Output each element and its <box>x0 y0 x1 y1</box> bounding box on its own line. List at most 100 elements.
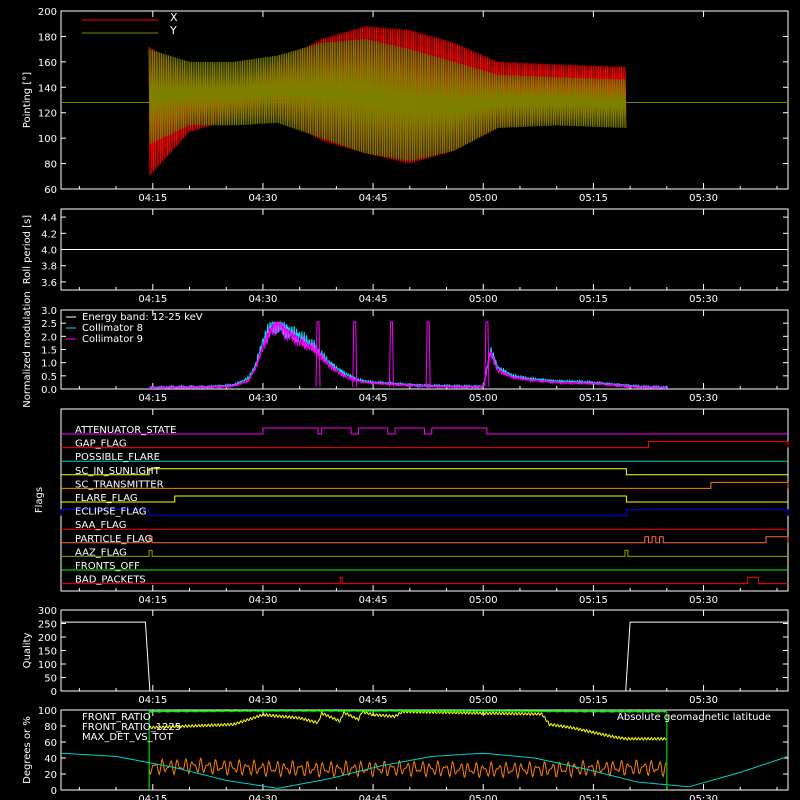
pointing-series-y <box>148 38 627 161</box>
pointing-panel-ytick-label: 140 <box>38 83 57 94</box>
flag-line-flare-flag <box>61 495 788 503</box>
modulation-panel-ytick-label: 0.0 <box>41 385 57 396</box>
quality-panel-ytick-label: 200 <box>38 633 57 644</box>
flags-ylabel: Flags <box>34 487 45 513</box>
flags-panel-xtick-label: 04:15 <box>138 595 167 606</box>
flags-panel-frame <box>60 408 789 592</box>
modulation-spike <box>388 321 394 387</box>
modulation-panel-xtick-label: 05:30 <box>689 393 718 404</box>
ratio-legend-label-latitude: Absolute geomagnetic latitude <box>617 712 771 723</box>
roll-panel-ylabel: Roll period [s] <box>22 215 33 284</box>
flag-line-eclipse-flag <box>60 509 789 517</box>
flags-panel-xtick-label: 05:15 <box>579 595 608 606</box>
pointing-panel-xtick-label: 05:30 <box>689 193 718 204</box>
quality-panel-xtick-label: 05:00 <box>469 695 498 706</box>
quality-line <box>61 621 788 692</box>
ratios-panel-ytick-label: 100 <box>38 706 57 717</box>
modulation-spike <box>352 321 358 387</box>
ratios-panel-ytick-label: 20 <box>44 770 57 781</box>
modulation-panel-ytick-label: 1.0 <box>41 359 57 370</box>
quality-panel-ytick-label: 150 <box>38 647 57 658</box>
flag-label-fronts-off: FRONTS_OFF <box>75 561 140 572</box>
modulation-panel-ytick-label: 0.5 <box>41 372 57 383</box>
flag-label-sc-in-sunlight: SC_IN_SUNLIGHT <box>75 466 161 477</box>
flag-line-gap-flag <box>61 441 789 449</box>
pointing-legend-label-y: Y <box>169 24 177 37</box>
modulation-legend-label: Collimator 9 <box>82 334 143 345</box>
pointing-panel-ytick-label: 100 <box>38 134 57 145</box>
chart-canvas: 04:15 04:30 04:45 05:00 05:15 05:30 60 80 100 120… <box>22 7 789 800</box>
ratios-panel-xtick-label: 05:30 <box>689 794 718 800</box>
modulation-spike <box>315 321 321 387</box>
flag-label-attenuator-state: ATTENUATOR_STATE <box>75 425 176 436</box>
pointing-legend-label-x: X <box>170 11 178 24</box>
pointing-panel-ytick-label: 200 <box>38 7 57 18</box>
flag-label-gap-flag: GAP_FLAG <box>75 439 127 450</box>
ratios-panel-ytick-label: 80 <box>44 722 57 733</box>
roll-panel-ytick-label: 4.0 <box>41 246 57 257</box>
pointing-panel-xtick-label: 04:30 <box>249 193 278 204</box>
modulation-plot-area <box>148 320 668 389</box>
quality-panel-ytick-label: 300 <box>38 606 57 617</box>
quality-panel-ytick-label: 50 <box>44 674 57 685</box>
pointing-panel-ytick-label: 80 <box>44 160 57 171</box>
modulation-series-collimator-8 <box>148 320 668 389</box>
flags-panel-xtick-label: 05:00 <box>469 595 498 606</box>
quality-panel-xtick-label: 04:30 <box>249 695 278 706</box>
flag-label-particle-flag: PARTICLE_FLAG <box>75 534 152 545</box>
quality-panel-xtick-label: 04:45 <box>359 695 388 706</box>
ratio-legend-label: MAX_DET_VS_TOT <box>82 732 174 743</box>
flags-panel-xtick-label: 05:30 <box>689 595 718 606</box>
pointing-panel-ytick-label: 120 <box>38 109 57 120</box>
modulation-panel-xtick-label: 05:15 <box>579 393 608 404</box>
quality-panel-ylabel: Quality <box>22 633 33 669</box>
quality-panel-xtick-label: 05:30 <box>689 695 718 706</box>
flag-line-sc-transmitter <box>61 481 789 489</box>
flag-label-aaz-flag: AAZ_FLAG <box>75 547 127 558</box>
ratios-panel-ytick-label: 60 <box>44 738 57 749</box>
flag-label-eclipse-flag: ECLIPSE_FLAG <box>75 507 146 518</box>
roll-panel-ytick-label: 3.8 <box>41 262 57 273</box>
flag-line-sc-in-sunlight <box>61 468 788 476</box>
modulation-panel-xtick-label: 04:45 <box>359 393 388 404</box>
ratio-series-front-ratio <box>148 710 667 742</box>
flag-label-bad-packets: BAD_PACKETS <box>75 575 146 586</box>
pointing-panel-xtick-label: 05:00 <box>469 193 498 204</box>
modulation-legend-label: Energy band: 12-25 keV <box>82 312 203 323</box>
roll-panel-xtick-label: 05:30 <box>689 294 718 305</box>
flag-line-particle-flag <box>61 536 789 544</box>
ratios-panel-xtick-label: 04:30 <box>249 794 278 800</box>
quality-panel-xtick-label: 05:15 <box>579 695 608 706</box>
pointing-panel-ylabel: Pointing [°] <box>22 72 33 128</box>
modulation-panel-ytick-label: 1.5 <box>41 346 57 357</box>
flag-line-bad-packets <box>61 577 788 585</box>
flag-label-sc-transmitter: SC_TRANSMITTER <box>75 479 164 490</box>
ratios-panel-ytick-label: 40 <box>44 754 57 765</box>
quality-panel-xtick-label: 04:15 <box>138 695 167 706</box>
pointing-panel-xtick-label: 04:15 <box>138 193 167 204</box>
ratios-panel-ytick-label: 0 <box>51 786 57 797</box>
pointing-panel-xtick-label: 04:45 <box>359 193 388 204</box>
quality-panel-ytick-label: 100 <box>38 660 57 671</box>
modulation-panel-xtick-label: 05:00 <box>469 393 498 404</box>
rhessi-quicklook-chart: 04:15 04:30 04:45 05:00 05:15 05:30 60 80 100 120… <box>0 0 800 800</box>
modulation-panel-xtick-label: 04:30 <box>249 393 278 404</box>
pointing-panel-ytick-label: 60 <box>44 185 57 196</box>
quality-panel-ytick-label: 250 <box>38 620 57 631</box>
flag-label-flare-flag: FLARE_FLAG <box>75 493 138 504</box>
roll-panel-xtick-label: 04:15 <box>138 294 167 305</box>
ratios-panel-xtick-label: 04:15 <box>138 794 167 800</box>
flag-label-saa-flag: SAA_FLAG <box>75 520 126 531</box>
flags-panel-xtick-label: 04:45 <box>359 595 388 606</box>
modulation-panel-ylabel: Normalized modulation <box>22 291 33 408</box>
roll-panel-xtick-label: 04:30 <box>249 294 278 305</box>
pointing-panel-ytick-label: 160 <box>38 58 57 69</box>
roll-panel-xtick-label: 05:15 <box>579 294 608 305</box>
roll-panel-ytick-label: 4.4 <box>41 213 57 224</box>
flag-line-aaz-flag <box>61 549 788 557</box>
modulation-series-collimator-9 <box>148 321 667 389</box>
quality-panel-ytick-label: 0 <box>51 687 57 698</box>
pointing-panel-xtick-label: 05:15 <box>579 193 608 204</box>
modulation-panel-ytick-label: 3.0 <box>41 306 57 317</box>
ratios-panel-xtick-label: 05:00 <box>469 794 498 800</box>
